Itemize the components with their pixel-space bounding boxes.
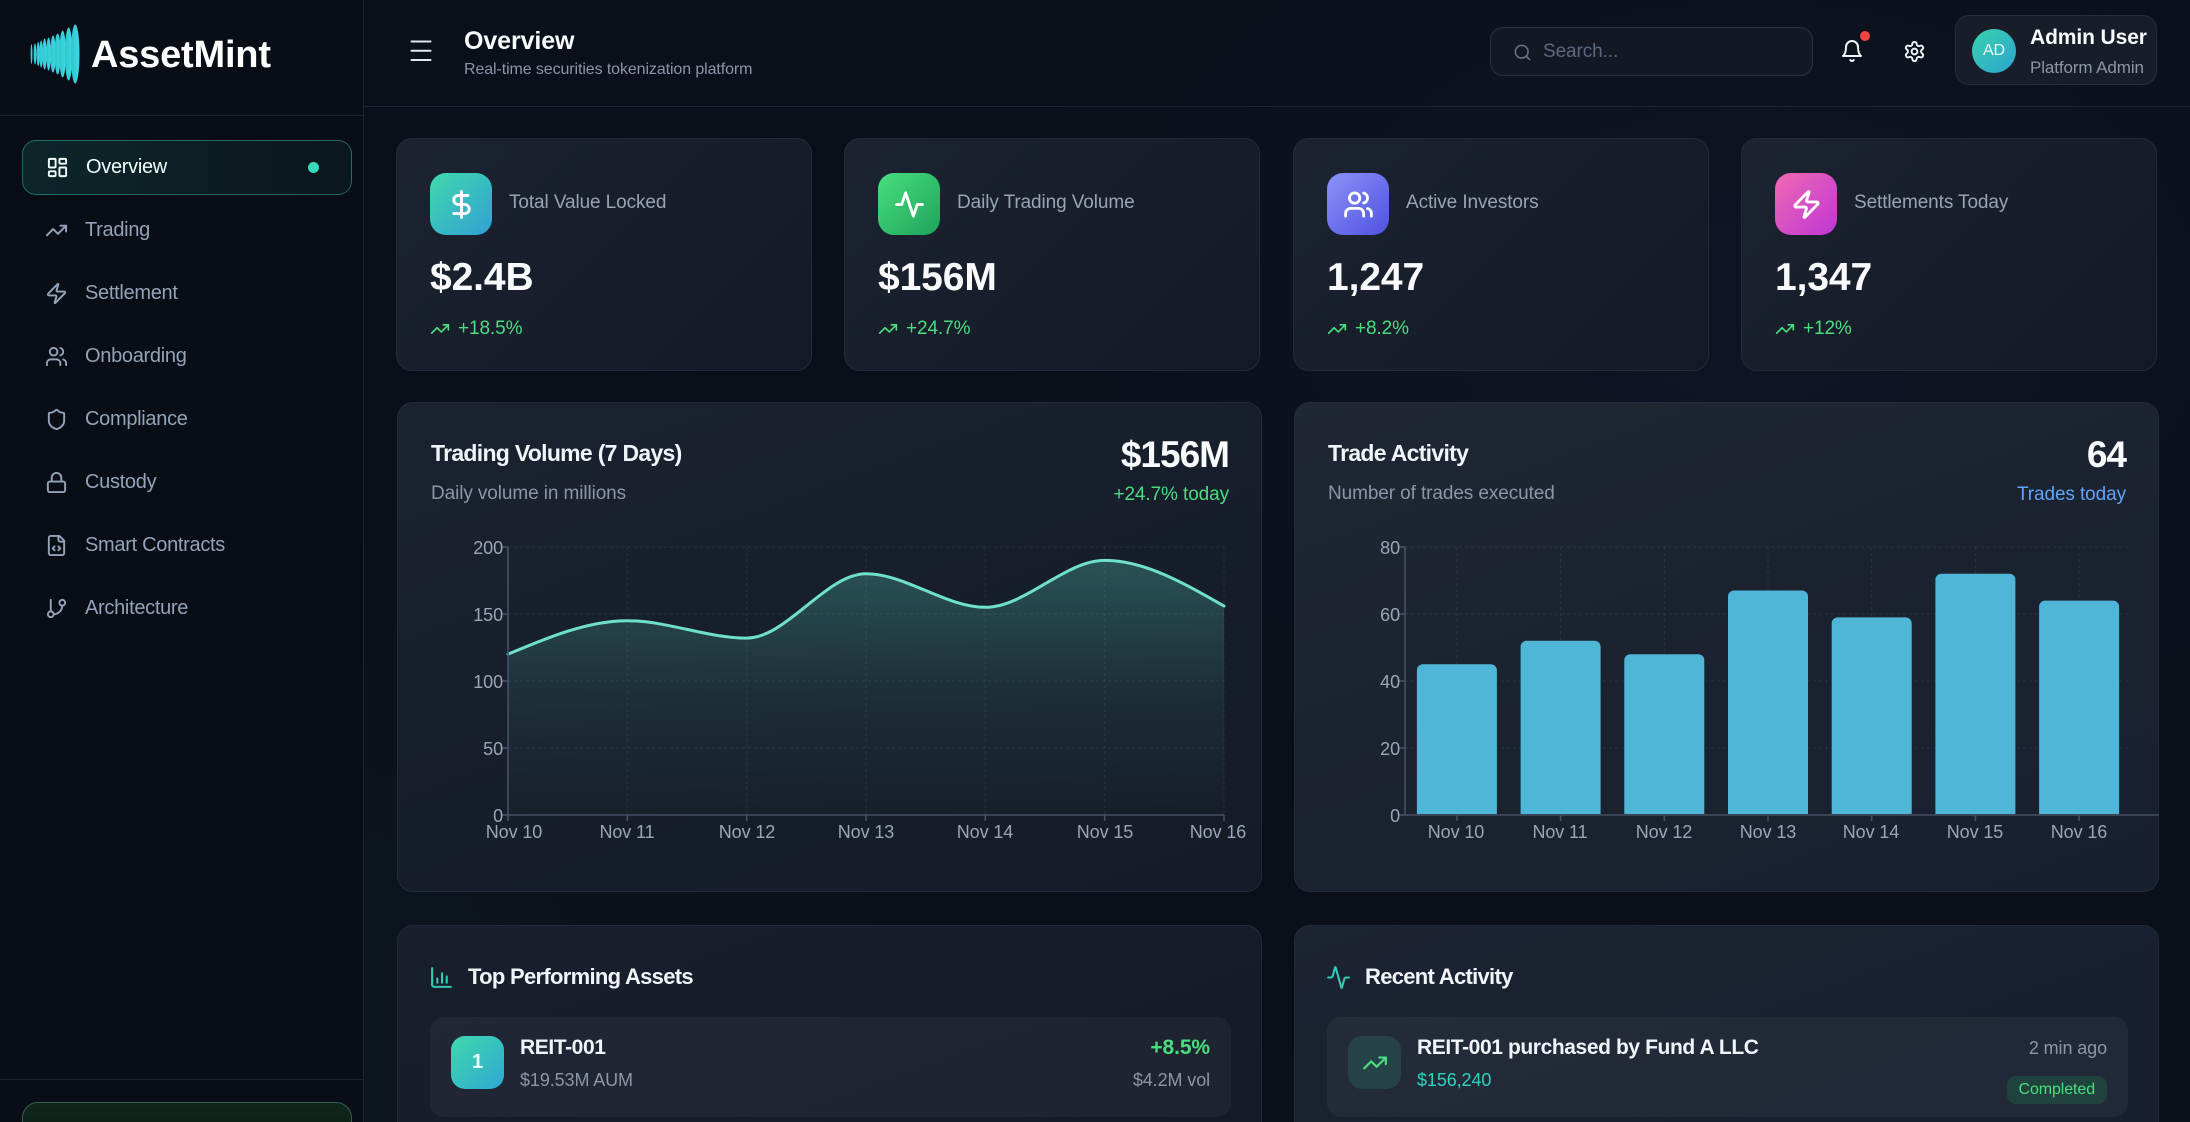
- svg-text:Nov 15: Nov 15: [1947, 822, 2004, 842]
- svg-text:40: 40: [1380, 672, 1400, 692]
- svg-text:100: 100: [473, 672, 503, 692]
- svg-text:Nov 10: Nov 10: [486, 822, 543, 842]
- svg-text:Nov 16: Nov 16: [1190, 822, 1247, 842]
- svg-text:Nov 11: Nov 11: [1532, 822, 1587, 842]
- svg-text:Nov 10: Nov 10: [1428, 822, 1485, 842]
- svg-text:Nov 11: Nov 11: [599, 822, 654, 842]
- svg-text:200: 200: [473, 538, 503, 558]
- svg-text:Nov 14: Nov 14: [1843, 822, 1900, 842]
- svg-text:Nov 13: Nov 13: [1740, 822, 1797, 842]
- svg-text:80: 80: [1380, 538, 1400, 558]
- svg-text:0: 0: [1390, 806, 1400, 826]
- svg-text:50: 50: [483, 739, 503, 759]
- svg-text:Nov 12: Nov 12: [719, 822, 776, 842]
- svg-text:20: 20: [1380, 739, 1400, 759]
- svg-text:150: 150: [473, 605, 503, 625]
- svg-text:Nov 14: Nov 14: [957, 822, 1014, 842]
- svg-text:Nov 16: Nov 16: [2051, 822, 2108, 842]
- svg-text:Nov 12: Nov 12: [1636, 822, 1693, 842]
- svg-text:Nov 13: Nov 13: [838, 822, 895, 842]
- svg-text:60: 60: [1380, 605, 1400, 625]
- svg-text:Nov 15: Nov 15: [1077, 822, 1134, 842]
